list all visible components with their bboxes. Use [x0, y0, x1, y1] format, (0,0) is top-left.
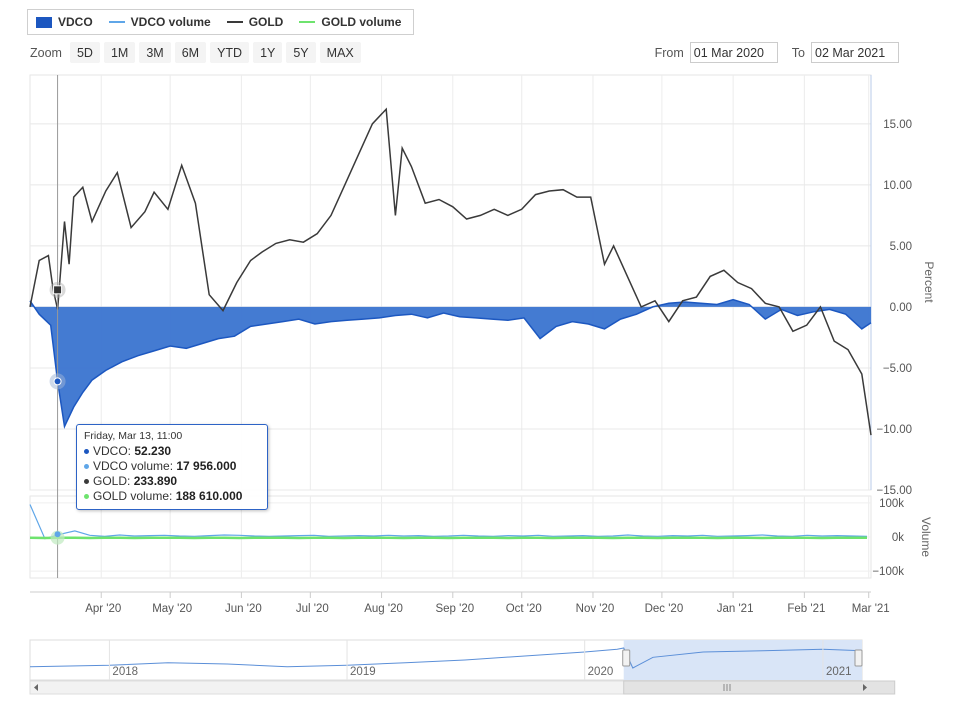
tooltip-value-vdco: 52.230 [134, 444, 172, 458]
navigator-year-label: 2021 [826, 666, 852, 678]
volume-axis-title: Volume [919, 517, 933, 557]
vdco-area [30, 299, 871, 427]
x-tick-label: Apr '20 [85, 603, 121, 615]
scrollbar-thumb[interactable] [623, 680, 896, 695]
hover-tooltip: Friday, Mar 13, 11:00 VDCO: 52.230 VDCO … [76, 424, 268, 510]
tooltip-label-gold: GOLD: [93, 474, 131, 488]
tooltip-value-vdco-volume: 17 956.000 [176, 459, 237, 473]
navigator-year-label: 2019 [350, 666, 376, 678]
tooltip-label-vdco-volume: VDCO volume: [93, 459, 174, 473]
navigator-left-handle[interactable] [622, 649, 631, 667]
x-tick-label: Sep '20 [435, 603, 474, 615]
tooltip-dot-gold-volume [84, 494, 89, 500]
tooltip-value-gold: 233.890 [133, 474, 178, 488]
tooltip-label-vdco: VDCO: [93, 444, 132, 458]
navigator-year-label: 2020 [588, 666, 614, 678]
stock-chart[interactable]: Apr '20 May '20 Jun '20 Jul '20 Aug '20 Sep '… [0, 0, 955, 702]
tooltip-dot-vdco-volume [84, 464, 89, 470]
x-tick-label: Jun '20 [225, 603, 262, 615]
x-tick-label: Jan '21 [717, 603, 754, 615]
x-tick-label: Mar '21 [852, 603, 890, 615]
volume-tick-label: 0k [892, 532, 904, 544]
tooltip-row-vdco-volume: VDCO volume: 17 956.000 [84, 459, 260, 474]
navigator-right-handle[interactable] [854, 649, 863, 667]
y-tick-label: −5.00 [883, 363, 912, 375]
y-tick-label: −15.00 [877, 485, 913, 497]
x-tick-label: Feb '21 [787, 603, 825, 615]
y-tick-label: 15.00 [883, 119, 912, 131]
x-tick-label: Dec '20 [645, 603, 684, 615]
y-tick-label: 0.00 [890, 302, 912, 314]
x-tick-label: May '20 [152, 603, 192, 615]
y-axis-title: Percent [922, 261, 936, 303]
gold-line [29, 107, 872, 436]
y-tick-label: −10.00 [877, 424, 913, 436]
vdco-hover-point [53, 377, 62, 386]
gold-hover-point [53, 285, 63, 295]
x-tick-label: Oct '20 [506, 603, 542, 615]
tooltip-value-gold-volume: 188 610.000 [175, 489, 243, 503]
navigator-year-label: 2018 [112, 666, 138, 678]
tooltip-dot-gold [84, 479, 89, 485]
tooltip-row-gold-volume: GOLD volume: 188 610.000 [84, 489, 260, 504]
y-tick-label: 5.00 [890, 241, 912, 253]
vdco-volume-hover-point [54, 531, 61, 538]
tooltip-row-vdco: VDCO: 52.230 [84, 444, 260, 459]
tooltip-dot-vdco [84, 449, 89, 455]
volume-tick-label: 100k [879, 498, 904, 510]
tooltip-row-gold: GOLD: 233.890 [84, 474, 260, 489]
tooltip-title: Friday, Mar 13, 11:00 [84, 430, 183, 442]
x-tick-label: Jul '20 [296, 603, 329, 615]
x-tick-label: Aug '20 [364, 603, 403, 615]
tooltip-label-gold-volume: GOLD volume: [93, 489, 173, 503]
y-tick-label: 10.00 [883, 180, 912, 192]
volume-tick-label: −100k [872, 566, 904, 578]
x-tick-label: Nov '20 [576, 603, 615, 615]
